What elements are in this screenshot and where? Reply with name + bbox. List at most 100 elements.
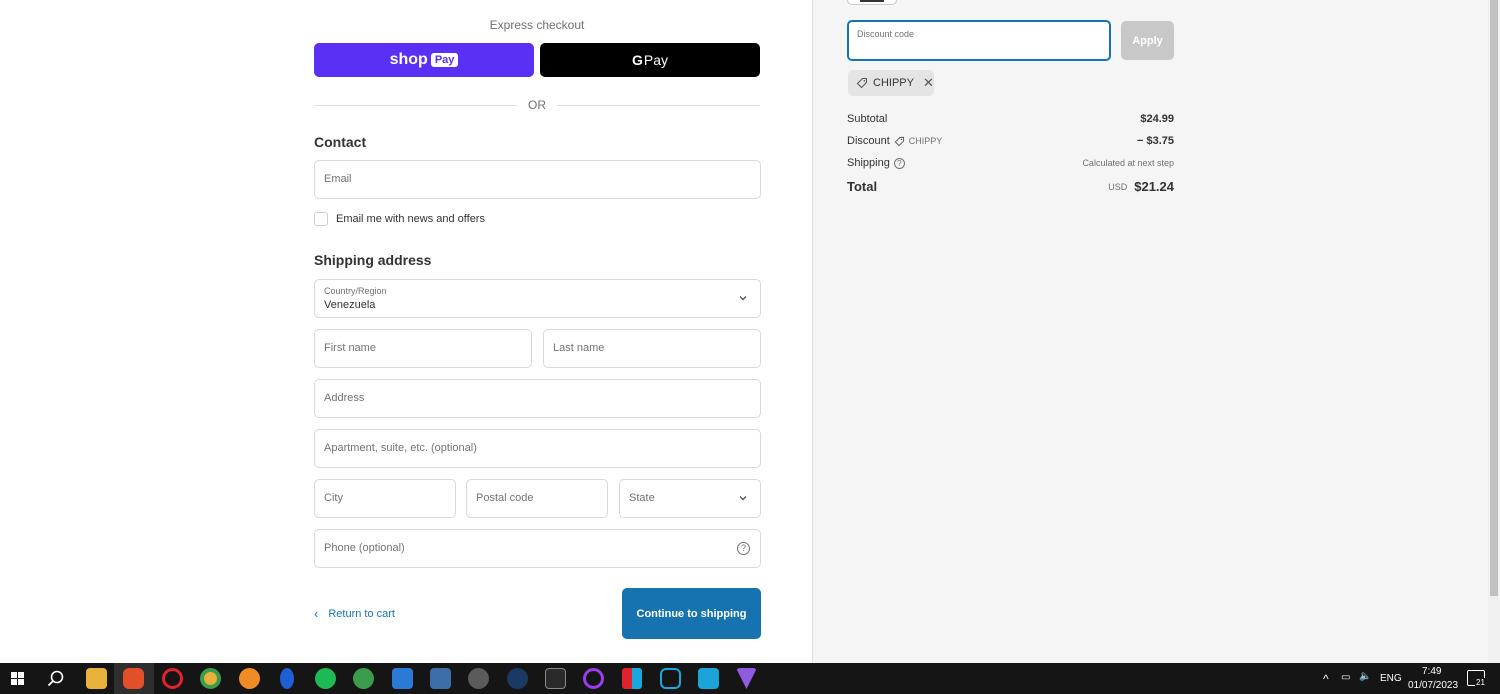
calculator-icon[interactable] bbox=[430, 668, 451, 689]
apartment-field[interactable]: Apartment, suite, etc. (optional) bbox=[314, 429, 761, 468]
checkout-form-panel: Express checkout shop Pay G Pay OR Conta… bbox=[0, 0, 812, 663]
circle-app-icon[interactable] bbox=[583, 668, 604, 689]
chevron-up-icon[interactable]: ^ bbox=[1323, 672, 1329, 686]
network-icon[interactable]: ▭ bbox=[1341, 672, 1350, 683]
city-field[interactable]: City bbox=[314, 479, 456, 518]
address-placeholder: Address bbox=[324, 392, 365, 404]
continue-to-shipping-button[interactable]: Continue to shipping bbox=[622, 588, 761, 639]
windows-start-icon[interactable] bbox=[11, 672, 24, 685]
shipping-value: Calculated at next step bbox=[1082, 158, 1174, 168]
first-name-field[interactable]: First name bbox=[314, 329, 532, 368]
subtotal-row: Subtotal $24.99 bbox=[847, 113, 1174, 125]
product-thumbnail bbox=[847, 0, 897, 5]
shipping-label: Shipping bbox=[847, 157, 890, 169]
state-select[interactable]: State bbox=[619, 479, 761, 518]
nintendo-switch-icon[interactable] bbox=[622, 668, 632, 689]
country-select[interactable]: Country/Region Venezuela bbox=[314, 279, 761, 318]
checkout-page: Express checkout shop Pay G Pay OR Conta… bbox=[0, 0, 1500, 663]
state-placeholder: State bbox=[629, 492, 655, 504]
mail-icon[interactable] bbox=[392, 668, 413, 689]
scrollbar[interactable] bbox=[1488, 0, 1500, 663]
volume-icon[interactable]: 🔈 bbox=[1359, 671, 1371, 682]
discount-code: CHIPPY bbox=[908, 136, 943, 146]
postal-code-field[interactable]: Postal code bbox=[466, 479, 608, 518]
thumbnail-mark bbox=[860, 0, 884, 2]
shop-pay-word: shop bbox=[389, 51, 428, 68]
last-name-placeholder: Last name bbox=[553, 342, 605, 354]
order-summary-panel bbox=[812, 0, 1488, 663]
windows-taskbar: ^ ▭ 🔈 ENG 7:49 01/07/2023 21 bbox=[0, 663, 1500, 694]
or-divider: OR bbox=[314, 97, 760, 113]
divider-line bbox=[314, 105, 517, 106]
discount-code-field[interactable]: Discount code bbox=[847, 20, 1111, 61]
express-checkout-label: Express checkout bbox=[489, 18, 585, 32]
address-field[interactable]: Address bbox=[314, 379, 761, 418]
c-app-icon[interactable] bbox=[698, 668, 719, 689]
newsletter-label: Email me with news and offers bbox=[336, 213, 485, 225]
nintendo-switch-icon-right bbox=[632, 668, 642, 689]
country-label: Country/Region bbox=[324, 286, 387, 296]
postal-code-placeholder: Postal code bbox=[476, 492, 534, 504]
language-indicator[interactable]: ENG bbox=[1380, 673, 1402, 684]
phone-field[interactable]: Phone (optional) ? bbox=[314, 529, 761, 568]
triangle-app-icon[interactable] bbox=[736, 668, 757, 689]
discount-row: Discount CHIPPY − $3.75 bbox=[847, 135, 1174, 147]
bing-icon[interactable] bbox=[280, 668, 294, 689]
chrome-icon[interactable] bbox=[200, 668, 221, 689]
google-g-icon: G bbox=[631, 52, 643, 68]
google-pay-word: Pay bbox=[643, 52, 668, 68]
email-field[interactable]: Email bbox=[314, 160, 761, 199]
discount-value: − $3.75 bbox=[1136, 135, 1174, 147]
clock-date[interactable]: 01/07/2023 bbox=[1408, 680, 1458, 691]
apartment-placeholder: Apartment, suite, etc. (optional) bbox=[324, 442, 477, 454]
contact-title: Contact bbox=[314, 134, 367, 150]
scrollbar-thumb[interactable] bbox=[1490, 0, 1498, 596]
return-to-cart-link[interactable]: ‹ Return to cart bbox=[314, 606, 395, 621]
subtotal-label: Subtotal bbox=[847, 113, 888, 125]
shipping-address-title: Shipping address bbox=[314, 252, 432, 268]
first-name-placeholder: First name bbox=[324, 342, 376, 354]
country-value: Venezuela bbox=[324, 299, 376, 311]
last-name-field[interactable]: Last name bbox=[543, 329, 761, 368]
currency-code: USD bbox=[1108, 181, 1128, 192]
email-placeholder: Email bbox=[324, 173, 352, 185]
total-label: Total bbox=[847, 179, 878, 194]
opera-gx-icon[interactable] bbox=[162, 668, 183, 689]
chevron-down-icon bbox=[739, 496, 747, 501]
newsletter-checkbox[interactable] bbox=[314, 212, 328, 226]
notification-count: 21 bbox=[1475, 678, 1486, 687]
or-text: OR bbox=[528, 98, 546, 112]
help-icon[interactable]: ? bbox=[737, 542, 750, 555]
return-to-cart-label: Return to cart bbox=[328, 607, 395, 620]
chevron-left-icon: ‹ bbox=[314, 606, 319, 621]
divider-line bbox=[557, 105, 760, 106]
shop-pay-pill: Pay bbox=[430, 53, 459, 67]
help-icon[interactable]: ? bbox=[893, 157, 905, 169]
remove-discount-icon[interactable]: ✕ bbox=[923, 75, 934, 91]
google-pay-button[interactable]: G Pay bbox=[540, 43, 760, 77]
discount-chip: CHIPPY ✕ bbox=[848, 70, 934, 96]
discount-code-placeholder: Discount code bbox=[857, 29, 915, 39]
wargaming-icon[interactable] bbox=[468, 668, 489, 689]
file-explorer-icon[interactable] bbox=[86, 668, 107, 689]
xbox-icon[interactable] bbox=[353, 668, 374, 689]
epic-games-icon[interactable] bbox=[545, 668, 566, 689]
apply-button[interactable]: Apply bbox=[1121, 21, 1174, 60]
city-placeholder: City bbox=[324, 492, 343, 504]
tag-icon bbox=[856, 78, 867, 89]
phone-placeholder: Phone (optional) bbox=[324, 542, 405, 554]
tag-icon bbox=[894, 136, 904, 146]
chevron-down-icon bbox=[739, 296, 747, 301]
clock-time[interactable]: 7:49 bbox=[1422, 666, 1441, 677]
joycon-app-icon[interactable] bbox=[660, 668, 681, 689]
shop-pay-button[interactable]: shop Pay bbox=[314, 43, 534, 77]
spotify-icon[interactable] bbox=[315, 668, 336, 689]
subtotal-value: $24.99 bbox=[1140, 113, 1174, 125]
brave-browser-icon[interactable] bbox=[123, 668, 144, 689]
discount-label: Discount bbox=[847, 135, 890, 147]
steam-icon[interactable] bbox=[507, 668, 528, 689]
firefox-icon[interactable] bbox=[239, 668, 260, 689]
discount-chip-code: CHIPPY bbox=[873, 77, 914, 89]
search-icon[interactable] bbox=[47, 670, 65, 688]
newsletter-checkbox-row[interactable]: Email me with news and offers bbox=[314, 211, 485, 227]
